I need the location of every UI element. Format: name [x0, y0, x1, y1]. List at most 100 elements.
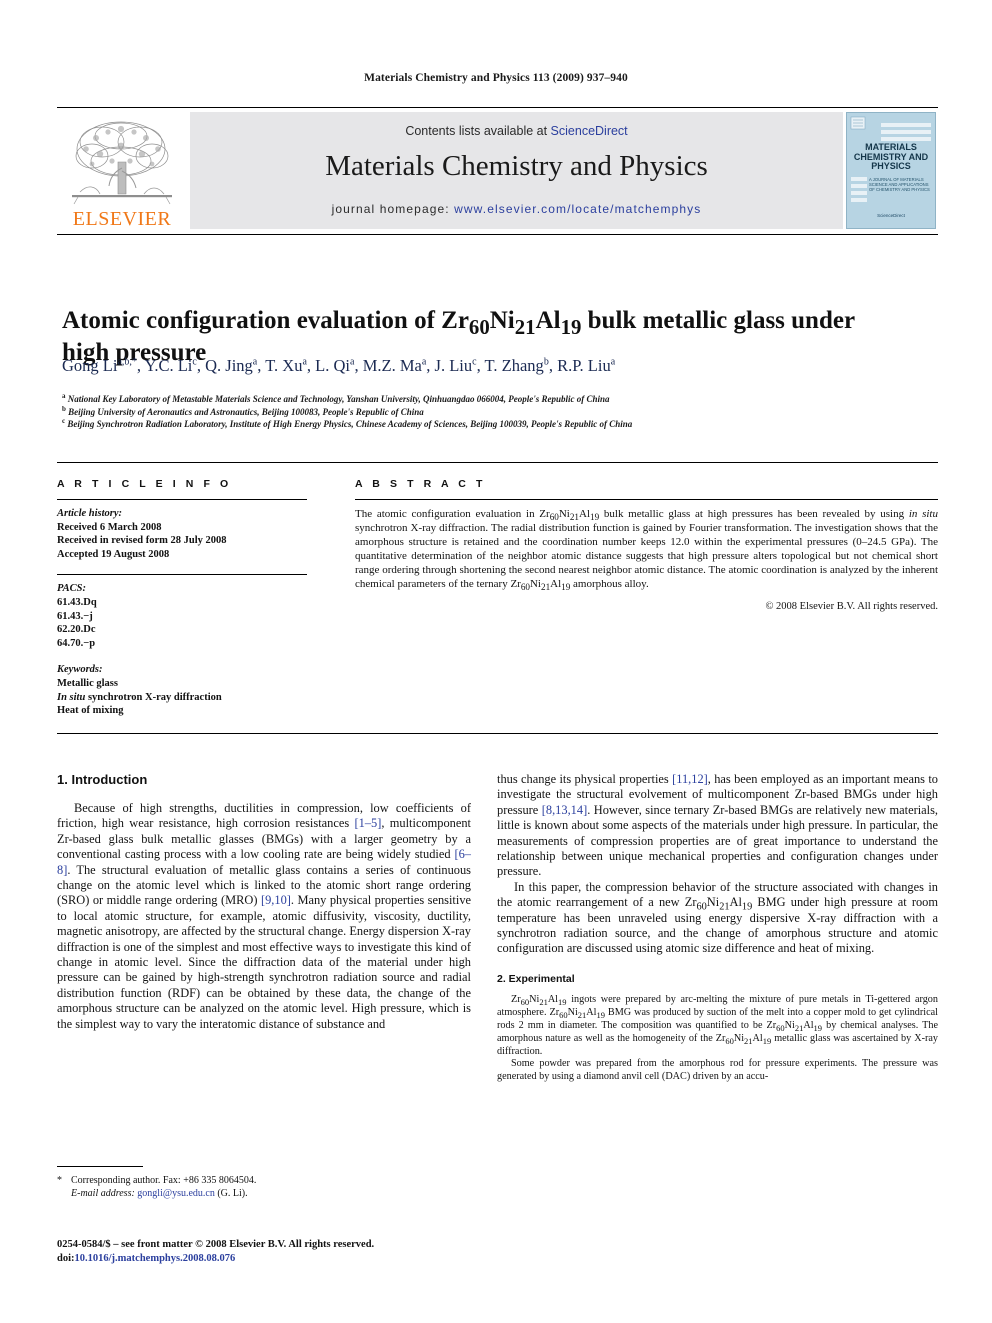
- author-affiliation-marks: a: [421, 356, 427, 368]
- author-item: L. Qia: [315, 356, 354, 375]
- author-name[interactable]: Gong Li: [62, 356, 117, 375]
- exp-seg-a: Zr: [511, 993, 521, 1005]
- sub-19: 19: [596, 1009, 605, 1020]
- experimental-paragraph-2: Some powder was prepared from the amorph…: [497, 1058, 938, 1083]
- citation-link[interactable]: [1–5]: [355, 816, 382, 830]
- article-history-block: Article history: Received 6 March 2008 R…: [57, 507, 307, 561]
- title-segment-2: Ni: [489, 306, 515, 334]
- abstract-seg-8: amorphous alloy.: [570, 578, 649, 591]
- intro-paragraph-1: Because of high strengths, ductilities i…: [57, 801, 471, 1032]
- corresponding-author-note: * Corresponding author. Fax: +86 335 8064…: [57, 1174, 477, 1187]
- history-item: Received in revised form 28 July 2008: [57, 535, 227, 547]
- author-item: Gong Lia,b,*: [62, 356, 137, 375]
- article-info-column: A R T I C L E I N F O Article history: R…: [57, 478, 307, 731]
- exp-seg-b4: Ni: [733, 1032, 745, 1044]
- footnote-marker: *: [57, 1175, 62, 1186]
- author-name[interactable]: T. Xu: [265, 356, 302, 375]
- citation-link[interactable]: [11,12]: [672, 772, 708, 786]
- journal-cover-thumbnail[interactable]: MATERIALS CHEMISTRY AND PHYSICS A JOURNA…: [846, 112, 936, 229]
- affiliation-item: b Beijing University of Aeronautics and …: [62, 404, 932, 419]
- author-affiliation-marks: c: [472, 356, 477, 368]
- author-name[interactable]: Q. Jing: [205, 356, 253, 375]
- section-heading-introduction: 1. Introduction: [57, 772, 148, 787]
- title-segment-1: Atomic configuration evaluation of Zr: [62, 306, 469, 334]
- article-info-heading: A R T I C L E I N F O: [57, 478, 232, 490]
- keywords-block: Keywords: Metallic glass In situ synchro…: [57, 663, 307, 717]
- doi-link[interactable]: 10.1016/j.matchemphys.2008.08.076: [75, 1253, 236, 1264]
- affiliation-list: a National Key Laboratory of Metastable …: [62, 393, 932, 431]
- imprint-block: 0254-0584/$ – see front matter © 2008 El…: [57, 1238, 487, 1266]
- sub-60: 60: [776, 1022, 785, 1033]
- intro-seg-d: . Many physical properties sensitive to …: [57, 893, 472, 1031]
- title-sub-60: 60: [468, 314, 490, 339]
- cover-subtitle: A JOURNAL OF MATERIALS SCIENCE AND APPLI…: [869, 177, 930, 192]
- right-paragraph-2: In this paper, the compression behavior …: [497, 880, 938, 957]
- sub-60: 60: [520, 996, 530, 1007]
- keyword-item: Metallic glass: [57, 677, 118, 689]
- doi-line: doi:10.1016/j.matchemphys.2008.08.076: [57, 1252, 487, 1266]
- affiliation-text: Beijing University of Aeronautics and As…: [68, 406, 424, 417]
- doi-label: doi:: [57, 1253, 75, 1264]
- journal-title: Materials Chemistry and Physics: [325, 150, 708, 182]
- author-affiliation-marks: c: [192, 356, 197, 368]
- sub-21: 21: [744, 1035, 753, 1046]
- cover-title-line3: PHYSICS: [871, 161, 911, 171]
- paper-page: Materials Chemistry and Physics 113 (200…: [0, 0, 992, 1323]
- author-name[interactable]: T. Zhang: [485, 356, 544, 375]
- affiliation-mark: b: [62, 404, 66, 413]
- author-name[interactable]: R.P. Liu: [557, 356, 611, 375]
- homepage-prefix: journal homepage:: [331, 202, 455, 216]
- right-paragraph-1: thus change its physical properties [11,…: [497, 772, 938, 880]
- elsevier-logo: ELSEVIER: [60, 116, 183, 231]
- affiliation-item: a National Key Laboratory of Metastable …: [62, 393, 932, 406]
- cover-title-line1: MATERIALS: [865, 142, 917, 152]
- sub-19: 19: [561, 582, 571, 593]
- sciencedirect-banner: Contents lists available at ScienceDirec…: [190, 112, 843, 229]
- exp-seg-b3: Ni: [784, 1019, 795, 1031]
- body-column-left: 1. Introduction Because of high strength…: [57, 772, 471, 1032]
- exp-seg-b2: Ni: [567, 1006, 578, 1018]
- author-name[interactable]: J. Liu: [435, 356, 473, 375]
- contents-list-line: Contents lists available at ScienceDirec…: [190, 124, 843, 138]
- author-name[interactable]: M.Z. Ma: [363, 356, 422, 375]
- article-history-label: Article history:: [57, 508, 123, 519]
- citation-link[interactable]: [9,10]: [261, 893, 291, 907]
- abstract-seg-7: Al: [550, 578, 562, 591]
- author-item: Y.C. Lic: [145, 356, 197, 375]
- body-column-right: thus change its physical properties [11,…: [497, 772, 938, 1084]
- citation-link[interactable]: [8,13,14]: [542, 803, 587, 817]
- sub-60: 60: [520, 582, 530, 593]
- affiliation-mark: c: [62, 417, 66, 426]
- right2-seg-c: Al: [729, 895, 742, 910]
- issn-copyright-line: 0254-0584/$ – see front matter © 2008 El…: [57, 1239, 375, 1250]
- pacs-item: 61.43.−j: [57, 610, 93, 622]
- sub-60: 60: [725, 1035, 734, 1046]
- keyword-item: In situ synchrotron X-ray diffraction: [57, 691, 222, 703]
- journal-homepage-line: journal homepage: www.elsevier.com/locat…: [190, 202, 843, 216]
- author-name[interactable]: L. Qi: [315, 356, 350, 375]
- pacs-block: PACS: 61.43.Dq 61.43.−j 62.20.Dc 64.70.−…: [57, 582, 307, 650]
- author-affiliation-marks: a: [350, 356, 355, 368]
- right2-seg-b: Ni: [706, 895, 720, 910]
- sub-21: 21: [539, 996, 548, 1007]
- divider: [57, 574, 307, 576]
- right-seg-a: thus change its physical properties: [497, 772, 673, 786]
- abstract-seg-2: Ni: [558, 508, 570, 520]
- email-link[interactable]: gongli@ysu.edu.cn: [137, 1188, 215, 1199]
- email-note: E-mail address: gongli@ysu.edu.cn (G. Li…: [57, 1187, 477, 1200]
- sub-19: 19: [762, 1035, 772, 1046]
- sciencedirect-link[interactable]: ScienceDirect: [551, 124, 628, 138]
- footnote-divider: [57, 1166, 143, 1167]
- title-sub-21: 21: [514, 314, 536, 339]
- affiliation-mark: a: [62, 392, 66, 400]
- sub-19: 19: [590, 512, 600, 523]
- pacs-label: PACS:: [57, 583, 86, 595]
- author-name[interactable]: Y.C. Li: [145, 356, 193, 375]
- exp-seg-c4: Al: [752, 1032, 763, 1044]
- exp-seg-c3: Al: [803, 1019, 814, 1031]
- sub-19: 19: [813, 1022, 823, 1033]
- author-affiliation-marks: a,b,*: [117, 356, 137, 368]
- journal-homepage-link[interactable]: www.elsevier.com/locate/matchemphys: [454, 202, 701, 216]
- author-item: J. Liuc: [435, 356, 477, 375]
- sub-21: 21: [540, 582, 551, 593]
